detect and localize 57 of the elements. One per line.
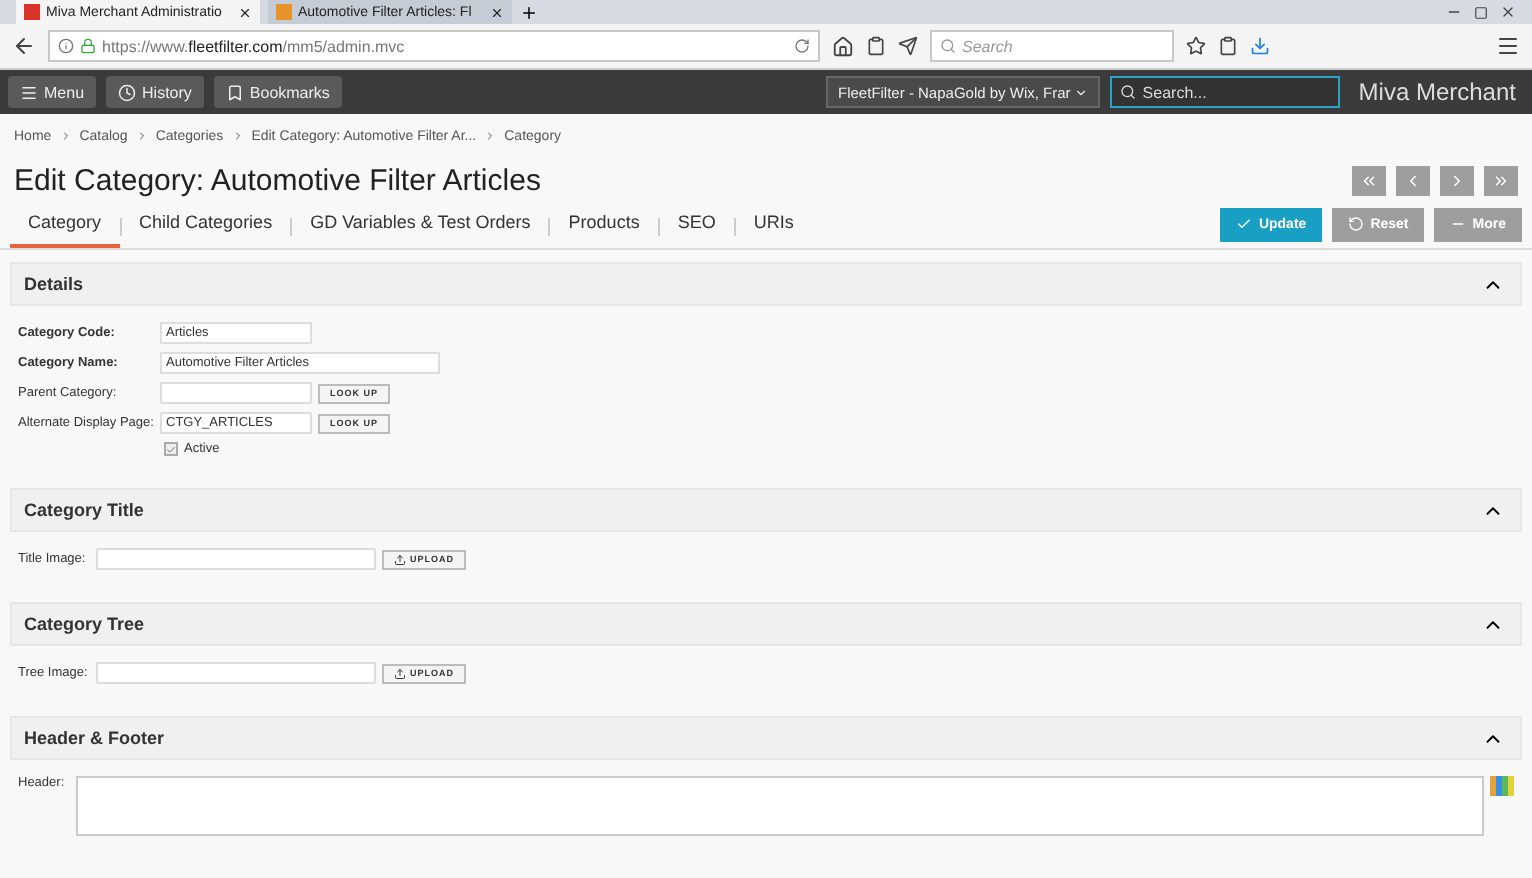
upload-icon (394, 553, 406, 565)
maximize-icon[interactable] (1474, 5, 1488, 19)
bookmark-icon (225, 83, 244, 101)
back-icon[interactable] (12, 34, 36, 58)
close-tab-icon[interactable] (490, 5, 504, 19)
active-checkbox[interactable] (164, 442, 178, 456)
site-icon (276, 4, 292, 20)
upload-icon (394, 667, 406, 679)
check-icon (1236, 216, 1253, 232)
reload-icon[interactable] (794, 38, 810, 54)
toolbar-button[interactable]: History (106, 76, 204, 108)
tab[interactable]: GD Variables & Test Orders (292, 206, 549, 248)
text-field[interactable] (160, 382, 312, 404)
info-icon (58, 38, 74, 54)
tab[interactable]: Products (550, 206, 658, 248)
tab[interactable]: Category (10, 206, 120, 248)
new-tab-icon[interactable] (520, 3, 538, 21)
clipboard-icon[interactable] (866, 36, 886, 56)
download-icon[interactable] (1250, 36, 1270, 56)
section-title: Category Title (24, 500, 144, 520)
tab[interactable]: URIs (735, 206, 812, 248)
close-tab-icon[interactable] (238, 5, 252, 19)
section-title: Header & Footer (24, 728, 165, 748)
reset-icon (1348, 216, 1365, 232)
star-icon[interactable] (1186, 36, 1206, 56)
double-chevron-icon (1360, 172, 1378, 190)
tab[interactable]: SEO (659, 206, 734, 248)
palette-icon (1490, 776, 1514, 796)
caret-icon (1074, 85, 1089, 99)
clock-icon (118, 83, 137, 101)
toolbar-button[interactable]: Menu (8, 76, 97, 108)
toolbar-button[interactable]: Bookmarks (213, 76, 342, 108)
search-icon (1120, 84, 1137, 100)
menu-icon (20, 83, 38, 101)
menu-icon[interactable] (1496, 34, 1520, 58)
chevron-icon (1448, 172, 1466, 190)
chevron-icon (135, 130, 148, 142)
lock-icon (80, 38, 96, 54)
close-icon[interactable] (1500, 4, 1516, 20)
page-title: Edit Category: Automotive Filter Articles (14, 164, 543, 198)
section-title: Category Tree (24, 614, 145, 634)
chevron-icon (231, 130, 244, 142)
search-icon (940, 38, 956, 54)
brand-logo: Miva Merchant (1356, 78, 1518, 106)
text-field[interactable] (96, 662, 376, 684)
search-field[interactable]: Search... (1110, 76, 1341, 108)
chevron-icon (59, 130, 72, 142)
site-icon (24, 4, 40, 20)
chevron-icon (1404, 172, 1422, 190)
chevron-icon (484, 130, 497, 142)
tab[interactable]: Child Categories (121, 206, 291, 248)
address-bar[interactable]: https://www.fleetfilter.com/mm5/admin.mvc (48, 30, 820, 62)
home-icon[interactable] (832, 35, 854, 57)
send-icon[interactable] (898, 36, 918, 56)
text-field[interactable] (96, 548, 376, 570)
section-title: Details (24, 274, 84, 294)
double-chevron-icon (1492, 172, 1510, 190)
